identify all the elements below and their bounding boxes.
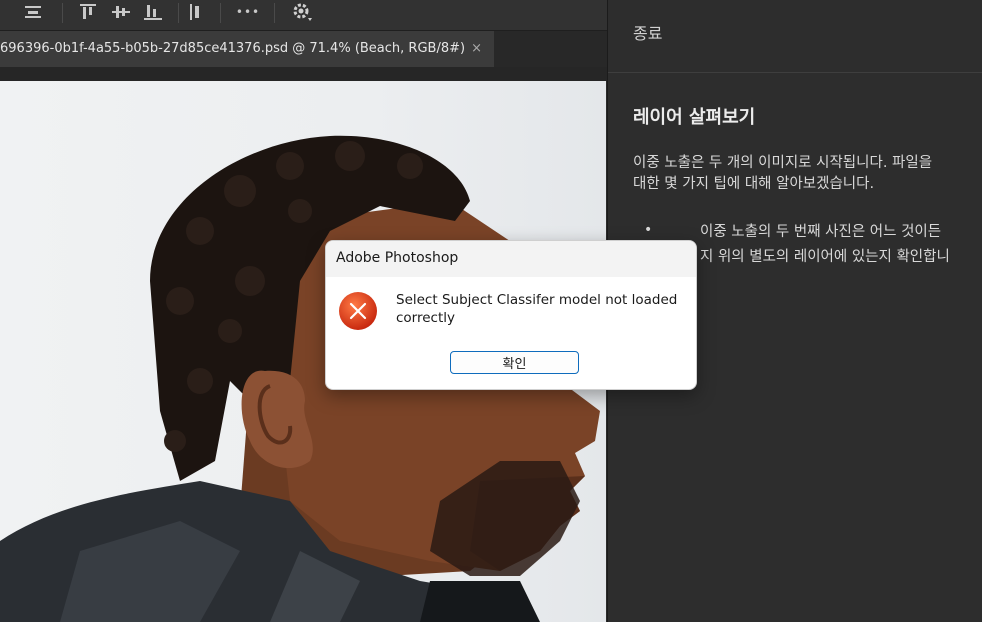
- align-middle-icon[interactable]: [110, 2, 132, 22]
- align-bottom-icon[interactable]: [142, 2, 164, 22]
- dialog-title: Adobe Photoshop: [336, 250, 459, 266]
- error-dialog: Adobe Photoshop Select Subject Classifer…: [325, 240, 697, 390]
- toolbar-divider: [62, 3, 63, 23]
- ok-button[interactable]: 확인: [450, 351, 579, 374]
- canvas-background: [0, 67, 608, 81]
- bullet-marker: •: [644, 222, 653, 238]
- gear-icon[interactable]: [290, 2, 314, 22]
- message-line: correctly: [396, 310, 456, 326]
- close-icon[interactable]: ×: [471, 31, 482, 67]
- paragraph-line: 대한 몇 가지 팁에 대해 알아보겠습니다.: [633, 176, 875, 192]
- message-line: Select Subject Classifer model not loade…: [396, 292, 678, 308]
- more-icon[interactable]: •••: [234, 2, 262, 22]
- paragraph-line: 이중 노출은 두 개의 이미지로 시작됩니다. 파일을: [633, 155, 933, 171]
- error-icon: [338, 291, 378, 331]
- dialog-titlebar[interactable]: Adobe Photoshop: [326, 241, 696, 277]
- options-toolbar: •••: [0, 0, 608, 31]
- toolbar-divider: [220, 3, 221, 23]
- bullet-line: 이중 노출의 두 번째 사진은 어느 것이든: [700, 224, 942, 240]
- toolbar-divider: [274, 3, 275, 23]
- bullet-item: 이중 노출의 두 번째 사진은 어느 것이든 지 위의 별도의 레이어에 있는지…: [700, 220, 950, 270]
- align-center-icon[interactable]: [22, 2, 44, 22]
- panel-heading: 레이어 살펴보기: [633, 107, 756, 128]
- distribute-icon[interactable]: [186, 2, 204, 22]
- bullet-line: 지 위의 별도의 레이어에 있는지 확인합니: [700, 249, 950, 265]
- toolbar-divider: [178, 3, 179, 23]
- document-tab[interactable]: 696396-0b1f-4a55-b05b-27d85ce41376.psd @…: [0, 31, 494, 67]
- dialog-message: Select Subject Classifer model not loade…: [396, 291, 686, 327]
- panel-paragraph: 이중 노출은 두 개의 이미지로 시작됩니다. 파일을 대한 몇 가지 팁에 대…: [633, 153, 982, 195]
- panel-header: 종료: [608, 0, 982, 73]
- panel-close-label[interactable]: 종료: [633, 20, 662, 44]
- align-top-icon[interactable]: [78, 2, 98, 22]
- document-tab-title: 696396-0b1f-4a55-b05b-27d85ce41376.psd @…: [0, 41, 466, 56]
- document-tab-bar: 696396-0b1f-4a55-b05b-27d85ce41376.psd @…: [0, 31, 608, 67]
